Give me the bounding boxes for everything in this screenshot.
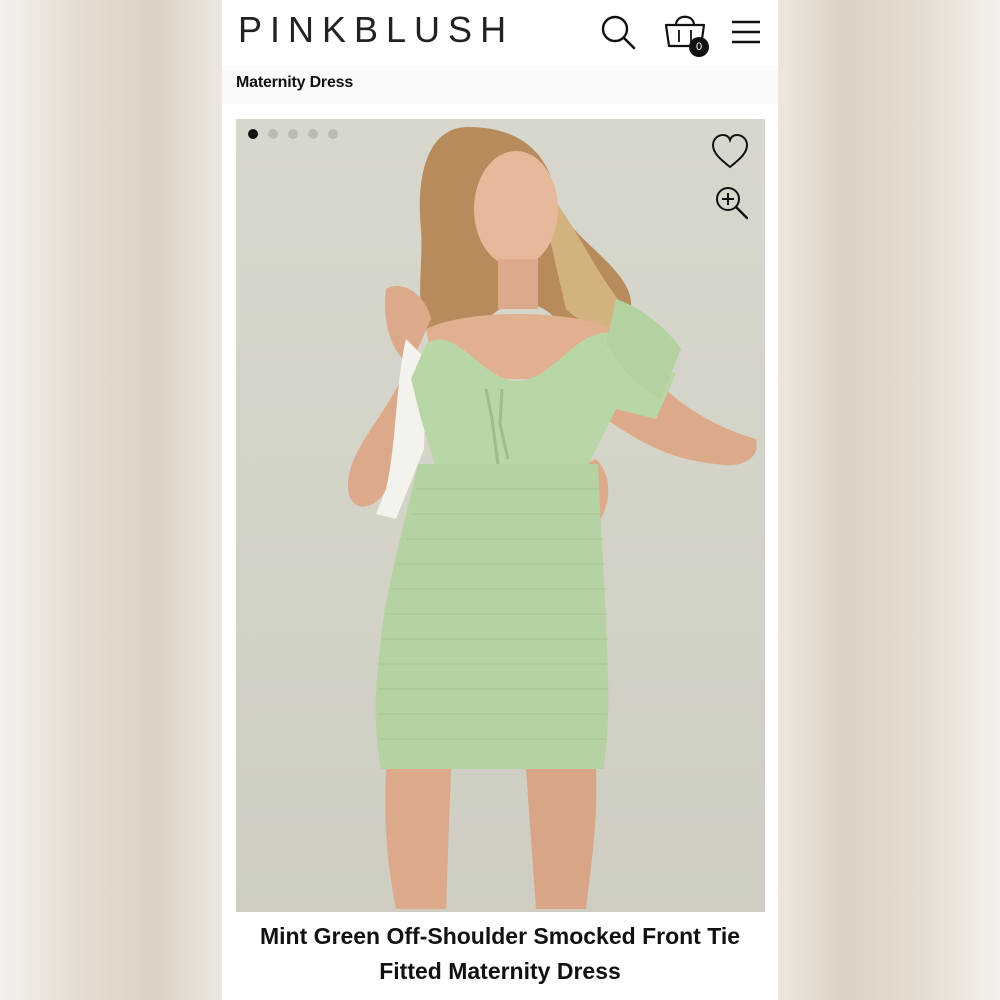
product-image-gallery[interactable] [236, 119, 765, 912]
gallery-dot-1[interactable] [248, 129, 258, 139]
product-title-line-1: Mint Green Off-Shoulder Smocked Front Ti… [259, 923, 741, 949]
gallery-dot-2[interactable] [268, 129, 278, 139]
mobile-viewport: PINKBLUSH 0 Maternity Dress Mint Green O… [222, 0, 778, 1000]
product-photo [347, 127, 757, 909]
gallery-dot-5[interactable] [328, 129, 338, 139]
search-icon[interactable] [598, 12, 638, 52]
product-title-line-2: Fitted Maternity Dress [379, 958, 621, 984]
site-header: PINKBLUSH 0 [222, 0, 778, 66]
background-left [0, 0, 222, 1000]
gallery-dot-3[interactable] [288, 129, 298, 139]
hamburger-menu-icon[interactable] [728, 14, 764, 50]
breadcrumb-bar: Maternity Dress [222, 66, 778, 104]
heart-icon[interactable] [710, 132, 750, 172]
gallery-dot-4[interactable] [308, 129, 318, 139]
product-title: Mint Green Off-Shoulder Smocked Front Ti… [222, 919, 778, 989]
zoom-in-icon[interactable] [714, 185, 750, 221]
breadcrumb-category[interactable]: Maternity Dress [236, 74, 353, 92]
site-logo[interactable]: PINKBLUSH [238, 9, 514, 51]
background-right [778, 0, 1000, 1000]
cart-count-badge: 0 [689, 37, 709, 57]
